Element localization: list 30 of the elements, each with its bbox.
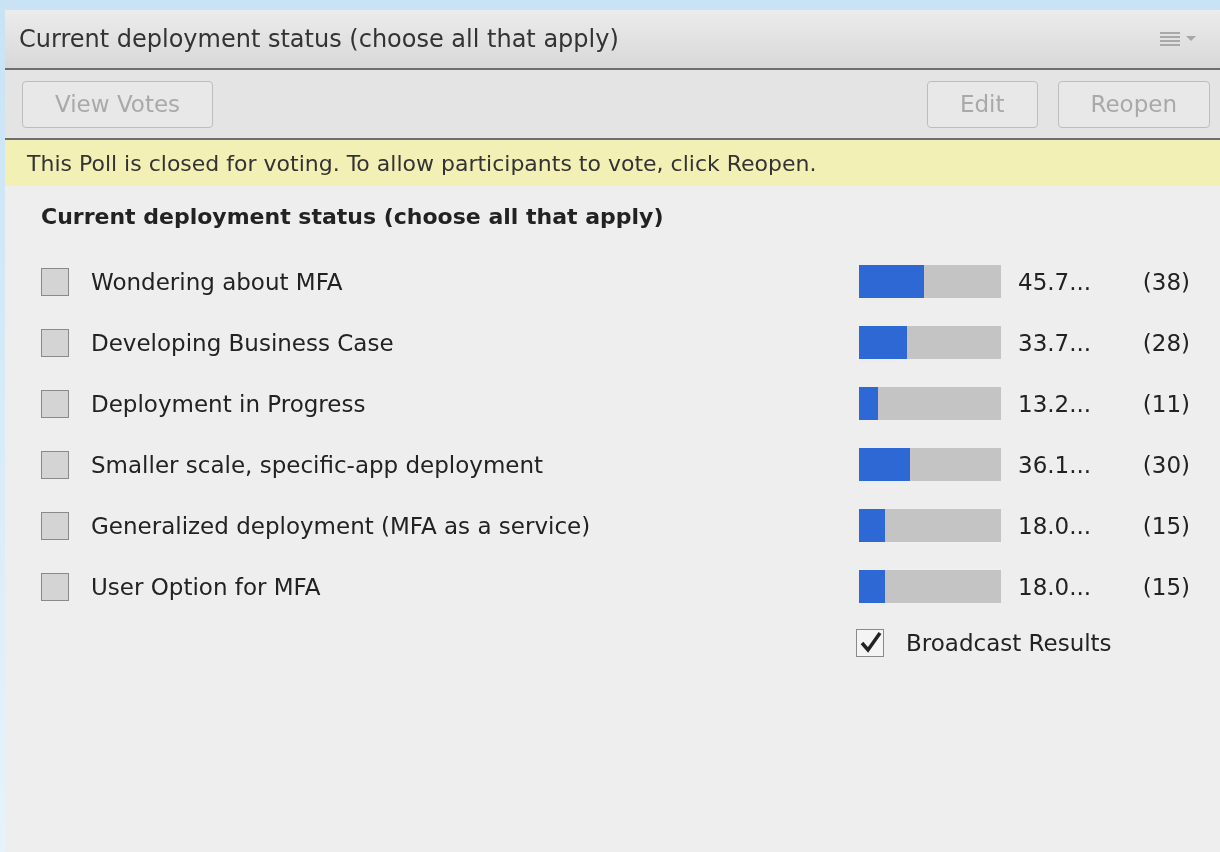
answer-label: Generalized deployment (MFA as a service) [91,512,592,539]
result-percent: 18.0... [1018,573,1093,600]
broadcast-label: Broadcast Results [906,630,1113,656]
result-percent: 18.0... [1018,512,1093,539]
checkbox[interactable] [41,389,69,418]
checkbox[interactable] [41,267,69,296]
result-percent: 45.7... [1018,268,1093,295]
answer-label: Developing Business Case [91,329,395,356]
vote-count: (28) [1141,329,1190,356]
checkbox[interactable] [856,629,884,657]
answer-label: Wondering about MFA [91,268,344,295]
answer-label: Smaller scale, specific-app deployment [91,451,545,478]
closed-notice: This Poll is closed for voting. To allow participants to vote, click Reopen. [5,140,1220,186]
checkbox[interactable] [41,572,69,601]
panel-title: Current deployment status (choose all that apply) [19,25,619,53]
vote-count: (38) [1141,268,1190,295]
result-percent: 33.7... [1018,329,1093,356]
result-percent: 36.1... [1018,451,1093,478]
poll-question: Current deployment status (choose all that apply) [41,204,665,229]
answer-label: Deployment in Progress [91,390,367,417]
vote-count: (15) [1141,512,1190,539]
checkbox[interactable] [41,511,69,540]
vote-count: (15) [1141,573,1190,600]
menu-icon[interactable] [1160,31,1198,47]
answer-label: User Option for MFA [91,573,322,600]
vote-count: (30) [1141,451,1190,478]
checkbox[interactable] [41,450,69,479]
result-percent: 13.2... [1018,390,1093,417]
vote-count: (11) [1141,390,1190,417]
checkbox[interactable] [41,328,69,357]
